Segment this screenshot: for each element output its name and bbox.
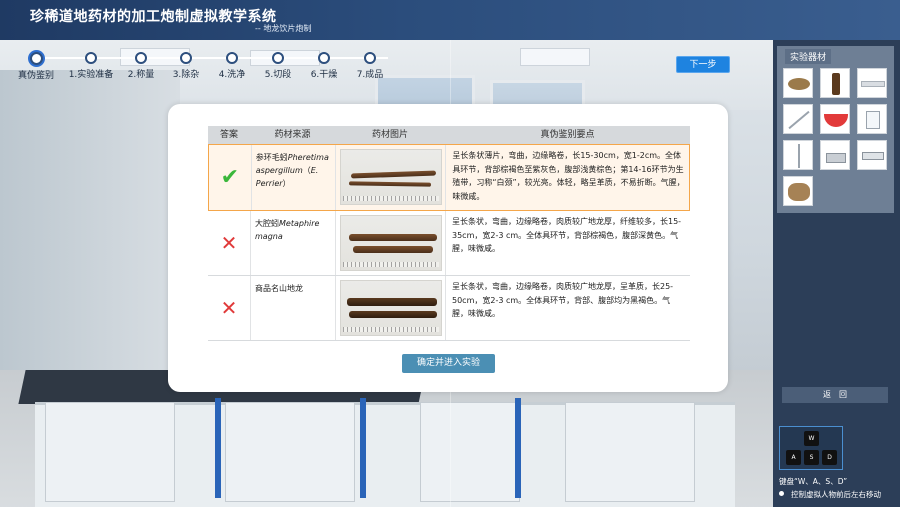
- step-dot: [180, 52, 192, 64]
- specimen: [353, 246, 433, 253]
- bench-cabinet: [565, 402, 695, 502]
- herb-pile-icon[interactable]: [783, 68, 813, 98]
- checkmark-icon: ✔: [220, 165, 240, 190]
- ruler: [343, 262, 439, 267]
- step-dot: [364, 52, 376, 64]
- table-row[interactable]: ✕ 商品名山地龙 呈长条状，弯曲，边缘略卷，肉质较广地龙厚，呈革质，长25-50…: [208, 276, 690, 341]
- app-header: 珍稀道地药材的加工炮制虚拟教学系统 -- 地龙饮片炮制: [0, 0, 900, 40]
- bench-strip: [360, 398, 366, 498]
- thermometer-icon[interactable]: [783, 140, 813, 170]
- source-cell: 大腔蚓Metaphire magna: [250, 211, 335, 275]
- tray-icon[interactable]: [857, 68, 887, 98]
- left-wall: [0, 70, 180, 400]
- answer-cell: ✕: [208, 276, 250, 340]
- equipment-title: 实验器材: [785, 49, 832, 64]
- bullet-icon: [779, 491, 784, 496]
- step-dot: [226, 52, 238, 64]
- ruler: [343, 196, 440, 201]
- specimen: [349, 311, 437, 318]
- confirm-enter-experiment-button[interactable]: 确定并进入实验: [402, 354, 495, 373]
- bench-cabinet: [420, 402, 520, 502]
- knife-icon[interactable]: [783, 104, 813, 134]
- basin-icon[interactable]: [820, 104, 850, 134]
- back-button[interactable]: 返 回: [782, 387, 888, 403]
- bottle-icon[interactable]: [820, 68, 850, 98]
- beaker-icon[interactable]: [857, 104, 887, 134]
- keyboard-hint-graphic: W A S D: [779, 426, 843, 470]
- herb-slices-icon[interactable]: [783, 176, 813, 206]
- description-cell: 呈长条状，弯曲，边缘略卷，肉质较广地龙厚，呈革质，长25-50cm，宽2-3 c…: [445, 276, 690, 340]
- pan-icon[interactable]: [857, 140, 887, 170]
- step-authenticity[interactable]: 真伪鉴别: [6, 52, 66, 81]
- keyboard-hint-line2: 控制虚拟人物前后左右移动: [791, 490, 881, 499]
- right-panel: 实验器材 返 回 W A S D 键盘“W、A、S、D” 控制虚拟人物前后左右移…: [773, 40, 900, 507]
- cross-icon: ✕: [220, 295, 238, 320]
- source-cell: 商品名山地龙: [250, 276, 335, 340]
- cross-icon: ✕: [220, 230, 238, 255]
- bench-strip: [515, 398, 521, 498]
- specimen-photo: [340, 215, 442, 271]
- app-subtitle: -- 地龙饮片炮制: [255, 24, 312, 33]
- ruler: [343, 327, 439, 332]
- app-title: 珍稀道地药材的加工炮制虚拟教学系统: [30, 9, 277, 25]
- header-image: 药材图片: [371, 130, 408, 140]
- specimen: [347, 298, 437, 306]
- bench-strip: [215, 398, 221, 498]
- answer-cell: ✕: [208, 211, 250, 275]
- step-finished-product[interactable]: 7.成品: [340, 52, 400, 80]
- header-source: 药材来源: [274, 130, 311, 140]
- header-key-points: 真伪鉴别要点: [540, 130, 595, 140]
- table-row[interactable]: ✔ 参环毛蚓Pheretima aspergillum（E. Perrier） …: [208, 144, 690, 211]
- specimen: [351, 170, 437, 179]
- key-d: D: [822, 450, 837, 465]
- key-a: A: [786, 450, 801, 465]
- scale-icon[interactable]: [820, 140, 850, 170]
- identification-table: 答案 药材来源 药材图片 真伪鉴别要点 ✔ 参环毛蚓Pheretima aspe…: [208, 126, 690, 341]
- bench-cabinet: [225, 402, 355, 502]
- bench-cabinet: [45, 402, 175, 502]
- image-cell: [335, 211, 445, 275]
- header-answer: 答案: [219, 130, 238, 140]
- specimen-photo: [340, 149, 443, 205]
- step-dot: [318, 52, 330, 64]
- step-progress: 真伪鉴别 1.实验准备 2.称量 3.除杂 4.洗净 5.切段 6.干燥 7.成…: [18, 52, 398, 82]
- next-step-button[interactable]: 下一步: [676, 56, 730, 73]
- key-w: W: [804, 431, 819, 446]
- answer-cell: ✔: [209, 145, 251, 210]
- equipment-panel: 实验器材: [777, 46, 894, 213]
- table-row[interactable]: ✕ 大腔蚓Metaphire magna 呈长条状，弯曲，边缘略卷，肉质较广地龙…: [208, 211, 690, 276]
- specimen: [349, 181, 432, 187]
- description-cell: 呈长条状薄片，弯曲，边缘略卷，长15-30cm，宽1-2cm。全体具环节，背部棕…: [445, 145, 689, 210]
- step-dot: [135, 52, 147, 64]
- image-cell: [335, 145, 445, 210]
- source-cell: 参环毛蚓Pheretima aspergillum（E. Perrier）: [250, 145, 336, 210]
- image-cell: [335, 276, 445, 340]
- table-header: 答案 药材来源 药材图片 真伪鉴别要点: [208, 126, 690, 144]
- key-s: S: [804, 450, 819, 465]
- step-dot: [85, 52, 97, 64]
- ceiling-light: [520, 48, 590, 66]
- authenticity-dialog: 答案 药材来源 药材图片 真伪鉴别要点 ✔ 参环毛蚓Pheretima aspe…: [168, 104, 728, 392]
- step-dot: [272, 52, 284, 64]
- specimen-photo: [340, 280, 442, 336]
- description-cell: 呈长条状，弯曲，边缘略卷，肉质较广地龙厚，纤维较多，长15-35cm，宽2-3 …: [445, 211, 690, 275]
- step-dot: [29, 52, 43, 65]
- keyboard-hint-line1: 键盘“W、A、S、D”: [779, 477, 848, 486]
- specimen: [349, 234, 437, 241]
